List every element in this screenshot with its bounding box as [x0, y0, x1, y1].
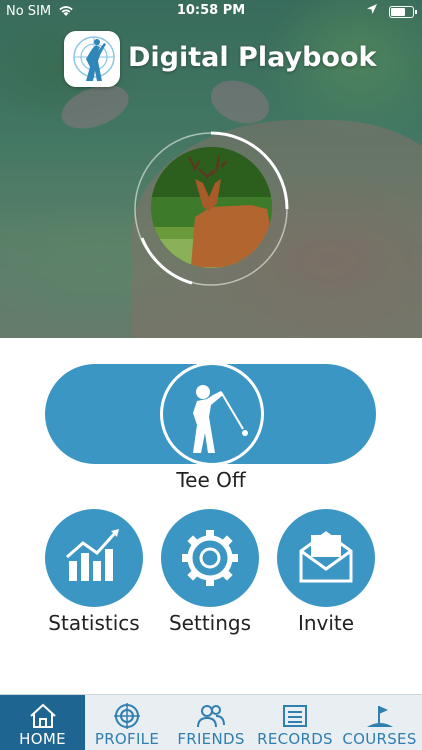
home-icon: [29, 703, 56, 728]
gear-icon: [182, 530, 238, 586]
golfer-swing-icon: [193, 385, 248, 453]
target-icon: [114, 703, 140, 729]
tab-records-label: RECORDS: [257, 730, 333, 748]
envelope-icon: [299, 531, 353, 583]
tab-records[interactable]: RECORDS: [253, 695, 337, 750]
statistics-button[interactable]: [45, 509, 143, 607]
tab-profile[interactable]: PROFILE: [85, 695, 169, 750]
invite-button[interactable]: [277, 509, 375, 607]
location-arrow-icon: [366, 3, 378, 19]
clock-time: 10:58 PM: [176, 3, 246, 18]
app-logo: [64, 31, 120, 87]
tee-off-label: Tee Off: [176, 468, 246, 492]
status-bar: No SIM 10:58 PM: [0, 0, 422, 22]
friends-icon: [197, 705, 225, 728]
tab-friends[interactable]: FRIENDS: [169, 695, 253, 750]
tab-profile-label: PROFILE: [94, 730, 160, 748]
course-flag-icon: [366, 706, 393, 727]
settings-button[interactable]: [161, 509, 259, 607]
deer-photo: [151, 147, 272, 268]
records-icon: [283, 705, 307, 727]
invite-label: Invite: [297, 611, 355, 635]
tab-courses[interactable]: COURSES: [337, 695, 422, 750]
tab-home[interactable]: HOME: [0, 695, 85, 750]
chart-icon: [66, 529, 119, 581]
app-title: Digital Playbook: [128, 42, 377, 73]
tab-friends-label: FRIENDS: [177, 730, 245, 748]
tab-courses-label: COURSES: [342, 730, 417, 748]
tee-off-ring: [160, 362, 264, 466]
golfer-logo-icon: [73, 36, 115, 81]
tab-home-label: HOME: [19, 730, 66, 748]
tab-bar: HOME PROFILE FRIENDS RECORDS COURSES: [0, 694, 422, 750]
avatar[interactable]: [151, 147, 272, 268]
battery-icon: [389, 6, 417, 18]
